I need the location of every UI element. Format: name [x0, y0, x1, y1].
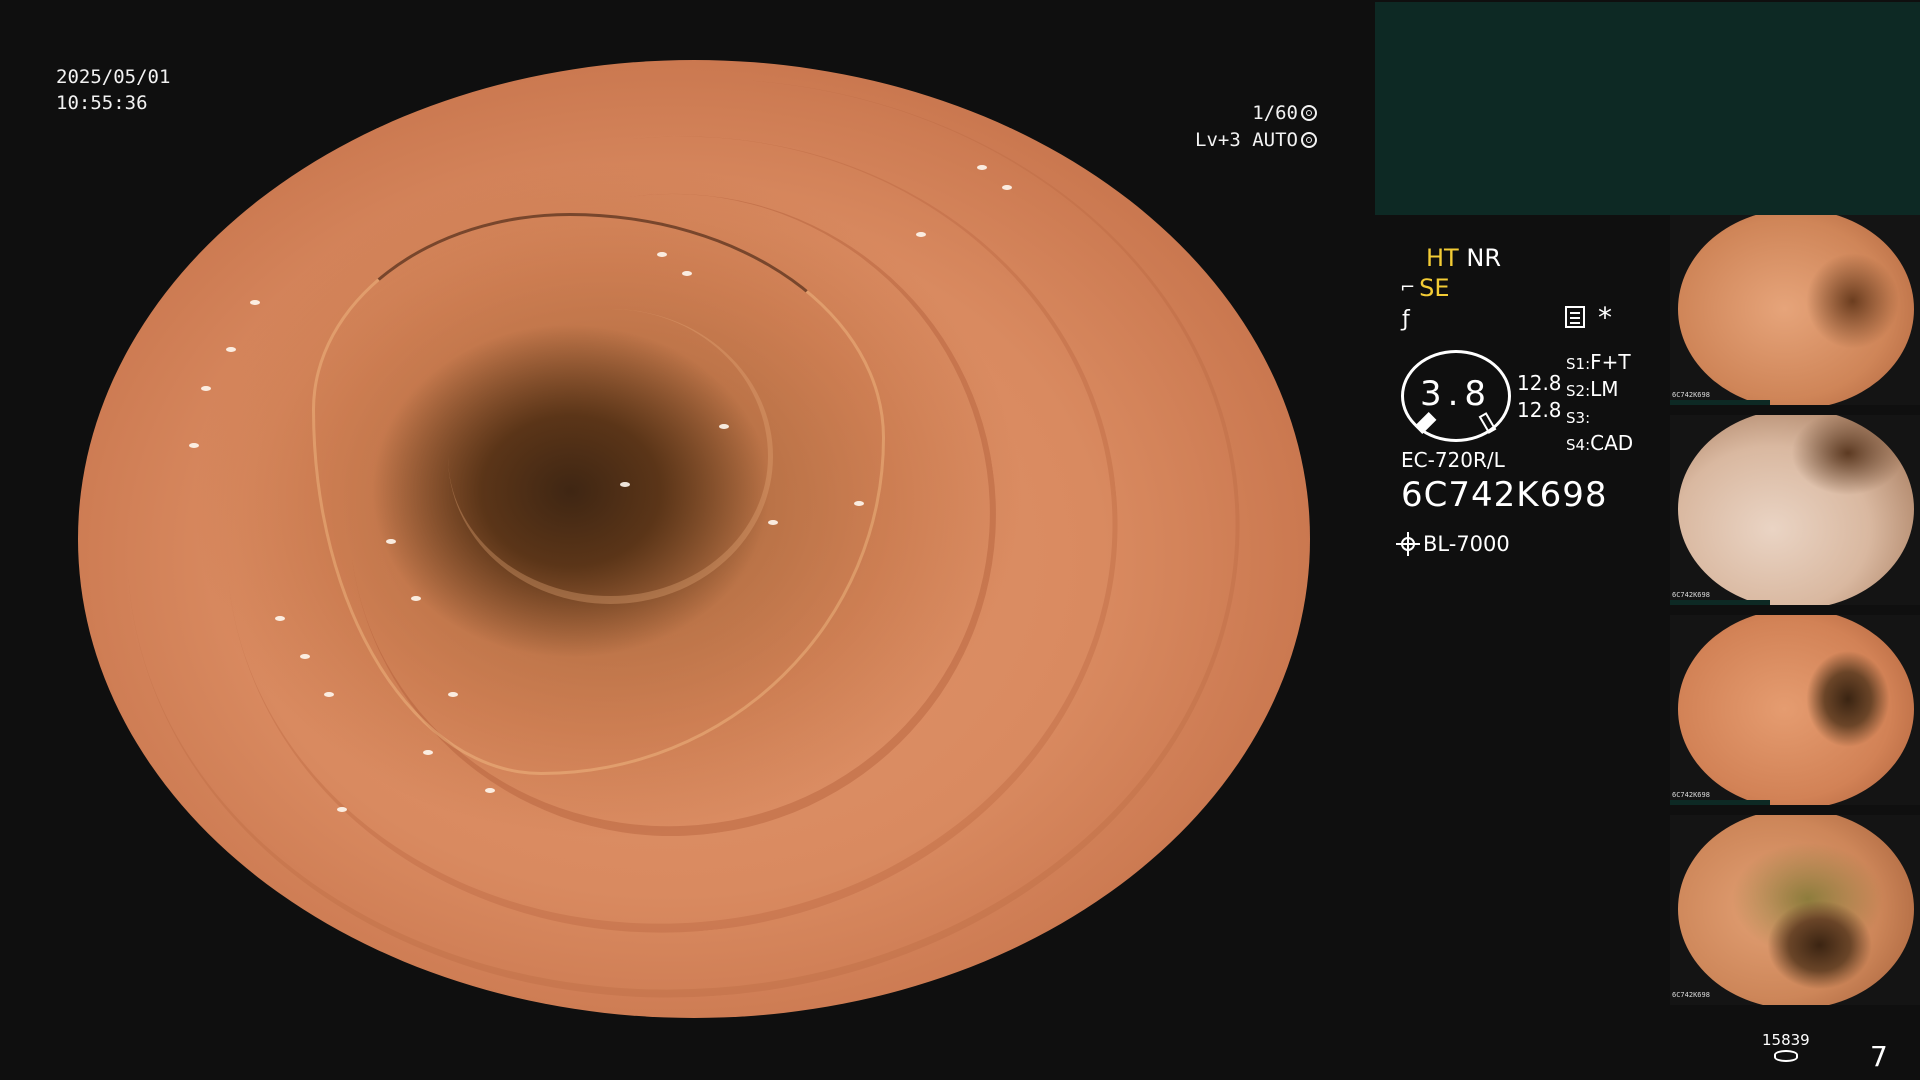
thumbnail-label: 6C742K698 [1672, 991, 1710, 999]
storage-counter: 15839 [1762, 1032, 1810, 1062]
iris-icon [1301, 132, 1317, 148]
specular-highlight [657, 251, 668, 257]
slot-s2: S2:LM [1566, 377, 1619, 401]
specular-highlight [718, 424, 729, 430]
thumbnail-label: 6C742K698 [1672, 791, 1710, 799]
endoscope-live-view [78, 60, 1310, 1018]
specular-highlight [275, 615, 286, 621]
specular-highlight [422, 749, 433, 755]
specular-highlight [299, 653, 310, 659]
specular-highlight [1002, 184, 1012, 190]
specular-highlight [620, 481, 631, 487]
nr-indicator: NR [1466, 244, 1501, 272]
shutter-speed: 1/60 [1252, 102, 1298, 124]
specular-highlight [767, 519, 778, 525]
gauge-marker-right [1478, 412, 1497, 434]
iris-mode: AUTO [1252, 129, 1298, 151]
storage-icon [1773, 1050, 1798, 1062]
status-indicators: HT NR ⌐ SE ƒ [1400, 243, 1501, 335]
level-value: Lv+3 [1195, 129, 1241, 151]
capture-thumbnail-1[interactable]: 6C742K698 [1670, 215, 1920, 405]
specular-highlight [484, 788, 495, 794]
time-text: 10:55:36 [56, 92, 148, 114]
endoscope-icon: ⌐ [1400, 277, 1416, 298]
capture-thumbnail-2[interactable]: 6C742K698 [1670, 415, 1920, 605]
light-source-label: BL-7000 [1423, 532, 1510, 556]
slot-s4: S4:CAD [1566, 431, 1634, 455]
ht-indicator: HT [1426, 244, 1459, 272]
freeze-icon: ƒ [1402, 307, 1410, 332]
function-slots: S1:F+T S2:LM S3: S4:CAD [1566, 350, 1633, 458]
scope-model: EC-720R/L [1401, 448, 1505, 472]
specular-highlight [854, 500, 865, 506]
gauge-value: 3.8 [1419, 374, 1493, 414]
thumbnail-label: 6C742K698 [1672, 391, 1710, 399]
memo-icon [1565, 306, 1585, 328]
gauge-display: 3.8 [1401, 350, 1511, 442]
info-panel-header [1375, 2, 1920, 215]
specular-highlight [250, 299, 261, 305]
scope-serial: 6C742K698 [1401, 475, 1608, 515]
numeric-readings: 12.8 12.8 [1517, 370, 1562, 424]
exposure-readout: 1/60 Lv+3 AUTO [1195, 100, 1317, 154]
se-indicator: SE [1419, 274, 1450, 302]
gauge-marker-left [1414, 412, 1437, 434]
slot-s1: S1:F+T [1566, 350, 1631, 374]
specular-highlight [447, 79, 458, 85]
specular-highlight [521, 69, 532, 75]
light-source: BL-7000 [1396, 532, 1510, 556]
specular-highlight [201, 385, 212, 391]
slot-s3: S3: [1566, 409, 1591, 427]
page-number: 7 [1870, 1040, 1888, 1073]
asterisk-icon: * [1598, 301, 1612, 334]
specular-highlight [386, 539, 396, 544]
thumbnail-label: 6C742K698 [1672, 591, 1710, 599]
storage-count: 15839 [1762, 1031, 1810, 1049]
date-time-display: 2025/05/01 10:55:36 [56, 64, 170, 116]
specular-highlight [681, 270, 692, 276]
date-text: 2025/05/01 [56, 66, 171, 88]
capture-thumbnail-3[interactable]: 6C742K698 [1670, 615, 1920, 805]
reading-2: 12.8 [1517, 398, 1562, 422]
lamp-icon [1396, 532, 1420, 556]
reading-1: 12.8 [1517, 371, 1562, 395]
capture-thumbnail-4[interactable]: 6C742K698 [1670, 815, 1920, 1005]
aperture-icon [1301, 105, 1317, 121]
